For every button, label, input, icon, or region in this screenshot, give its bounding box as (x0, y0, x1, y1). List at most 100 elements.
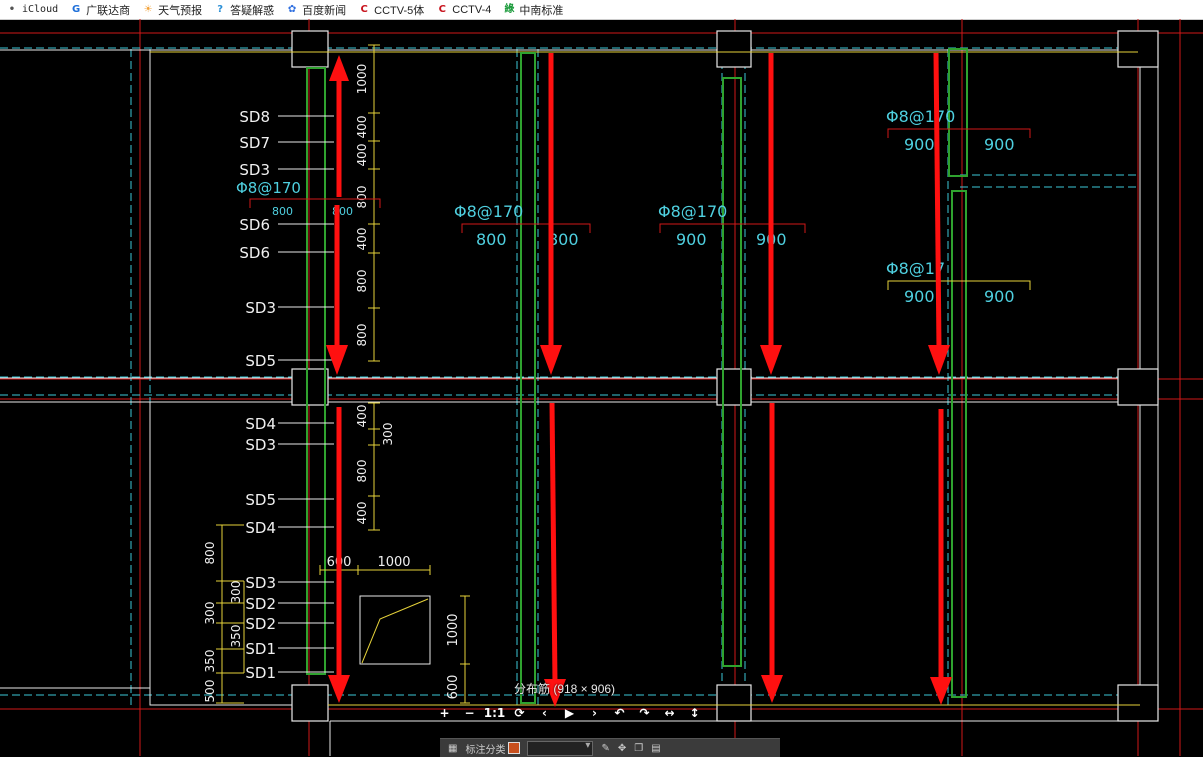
dimension-text: 800 (355, 270, 369, 293)
dimension-text: 350 (229, 625, 243, 648)
section-label: SD5 (245, 352, 276, 370)
category-dropdown[interactable] (527, 740, 594, 756)
rebar-strips (306, 48, 968, 704)
dimension-text: 400 (355, 144, 369, 167)
bookmark-label: CCTV-4 (452, 3, 492, 16)
fit-height-button[interactable]: ↕ (682, 703, 707, 723)
bookmark-label: 中南标准 (519, 4, 564, 17)
rebar-length-text: 900 (904, 287, 935, 306)
bookmark-item[interactable]: ✿ 百度新闻 (280, 0, 352, 19)
rebar-length-text: 900 (984, 135, 1015, 154)
bookmark-item[interactable]: 綠中南标准 (497, 0, 569, 19)
dimension-text: 350 (203, 650, 217, 673)
rebar-note-5: Φ8@17 900 900 (886, 259, 1031, 306)
dimension-text: 1000 (377, 555, 410, 570)
bookmark-item[interactable]: • iCloud (0, 0, 64, 19)
cctv-icon: C (360, 3, 368, 15)
section-label: SD1 (245, 640, 276, 658)
section-label: SD4 (245, 519, 276, 537)
rotate-button[interactable]: ⟳ (507, 703, 532, 723)
bookmarks-bar: • iCloud G 广联达商 ☀ 天气预报? 答疑解惑 ✿ 百度新闻 C CCTV-5体 C CCTV… (0, 0, 1203, 20)
section-label: SD6 (239, 216, 270, 234)
dimension-text: 800 (203, 542, 217, 565)
bookmark-label: 百度新闻 (302, 4, 347, 17)
rebar-length-text: 900 (904, 135, 935, 154)
baidu-paw-icon: ✿ (287, 3, 297, 15)
bookmark-label: iCloud (22, 4, 59, 15)
image-viewer-toolbar: + −1:1 ⟳ ‹ ▶ › ↶ ↷ ↔ ↕ (432, 703, 707, 723)
cad-drawing-viewport[interactable]: SD8 SD7 SD3 SD6 SD6 SD3 SD5 SD4 SD3 SD5 … (0, 19, 1203, 756)
bookmark-item[interactable]: C CCTV-4 (430, 0, 497, 19)
dimension-text: 300 (229, 581, 243, 604)
dimension-chain-left (216, 524, 245, 704)
rebar-note-4: Φ8@170 900 900 (886, 107, 1031, 154)
play-button[interactable]: ▶ (557, 703, 582, 723)
columns (291, 30, 1159, 722)
edit-icon[interactable]: ✎ (601, 743, 609, 754)
section-label: SD7 (239, 134, 270, 152)
copy-icon[interactable]: ❐ (634, 743, 643, 754)
actual-size-button[interactable]: 1:1 (482, 703, 507, 723)
section-labels-upper: SD8 SD7 SD3 SD6 SD6 SD3 SD5 (239, 108, 276, 370)
rebar-note-3: Φ8@170 900 900 (658, 202, 806, 249)
cad-drawing-canvas: SD8 SD7 SD3 SD6 SD6 SD3 SD5 SD4 SD3 SD5 … (0, 19, 1203, 756)
rebar-spec-text: Φ8@170 (658, 202, 727, 221)
dimension-text: 300 (203, 602, 217, 625)
rebar-length-text: 900 (984, 287, 1015, 306)
section-label: SD4 (245, 415, 276, 433)
weather-icon: ☀ (143, 3, 153, 15)
bookmark-item[interactable]: G 广联达商 (64, 0, 136, 19)
apple-icon: • (8, 3, 16, 15)
section-label: SD6 (239, 244, 270, 262)
move-icon[interactable]: ✥ (618, 743, 626, 754)
bookmark-item[interactable]: ☀ 天气预报 (136, 0, 208, 19)
dimension-text: 1000 (355, 64, 369, 95)
dimension-text: 300 (381, 423, 395, 446)
grid-icon[interactable]: ▦ (448, 743, 457, 754)
section-label: SD3 (245, 299, 276, 317)
zoom-out-button[interactable]: − (457, 703, 482, 723)
dimension-text: 1000 (446, 613, 461, 646)
zhongnan-icon: 綠 (504, 3, 515, 15)
color-swatch[interactable] (508, 742, 521, 754)
dimension-chain-lower (368, 402, 380, 531)
section-label: SD3 (239, 161, 270, 179)
bookmark-label: 天气预报 (158, 4, 203, 17)
section-labels-lower: SD4 SD3 SD5 SD4 SD3 SD2 SD2 SD1 SD1 (245, 415, 276, 682)
rebar-length-text: 800 (272, 205, 293, 218)
axis-grid (0, 19, 1203, 756)
zoom-in-button[interactable]: + (432, 703, 457, 723)
dimension-texts-left: 800 300 300 350 350 500 (203, 542, 243, 703)
fit-width-button[interactable]: ↔ (657, 703, 682, 723)
bookmark-item[interactable]: C CCTV-5体 (352, 0, 430, 19)
glodon-icon: G (72, 3, 81, 15)
section-label: SD8 (239, 108, 270, 126)
dimension-text: 400 (355, 116, 369, 139)
cad-bottom-toolbar: ▦ 标注分类 ✎ ✥ ❐ ▤ (440, 738, 780, 757)
section-label: SD3 (245, 436, 276, 454)
cctv-icon: C (438, 3, 446, 15)
dimension-text: 400 (355, 502, 369, 525)
bookmark-item[interactable]: ? 答疑解惑 (208, 0, 280, 19)
redo-button[interactable]: ↷ (632, 703, 657, 723)
rebar-length-text: 800 (476, 230, 507, 249)
next-button[interactable]: › (582, 703, 607, 723)
qa-icon: ? (217, 3, 224, 15)
dimension-text: 500 (203, 680, 217, 703)
dimension-texts-lower: 400 300 800 400 (355, 405, 395, 525)
section-label: SD2 (245, 615, 276, 633)
bookmark-label: CCTV-5体 (374, 4, 425, 17)
rebar-spec-text: Φ8@170 (236, 179, 301, 197)
previous-button[interactable]: ‹ (532, 703, 557, 723)
undo-button[interactable]: ↶ (607, 703, 632, 723)
rebar-spec-text: Φ8@170 (886, 107, 955, 126)
bookmark-label: 广联达商 (86, 4, 131, 17)
dimension-text: 800 (355, 186, 369, 209)
dimension-text: 800 (355, 324, 369, 347)
dimension-text: 400 (355, 228, 369, 251)
annotation-category-label: 标注分类 (465, 744, 506, 756)
paste-icon[interactable]: ▤ (651, 743, 660, 754)
dimension-texts-upper: 1000 400 400 800 400 800 800 (355, 64, 369, 347)
rebar-length-text: 900 (676, 230, 707, 249)
bookmark-label: 答疑解惑 (230, 4, 275, 17)
